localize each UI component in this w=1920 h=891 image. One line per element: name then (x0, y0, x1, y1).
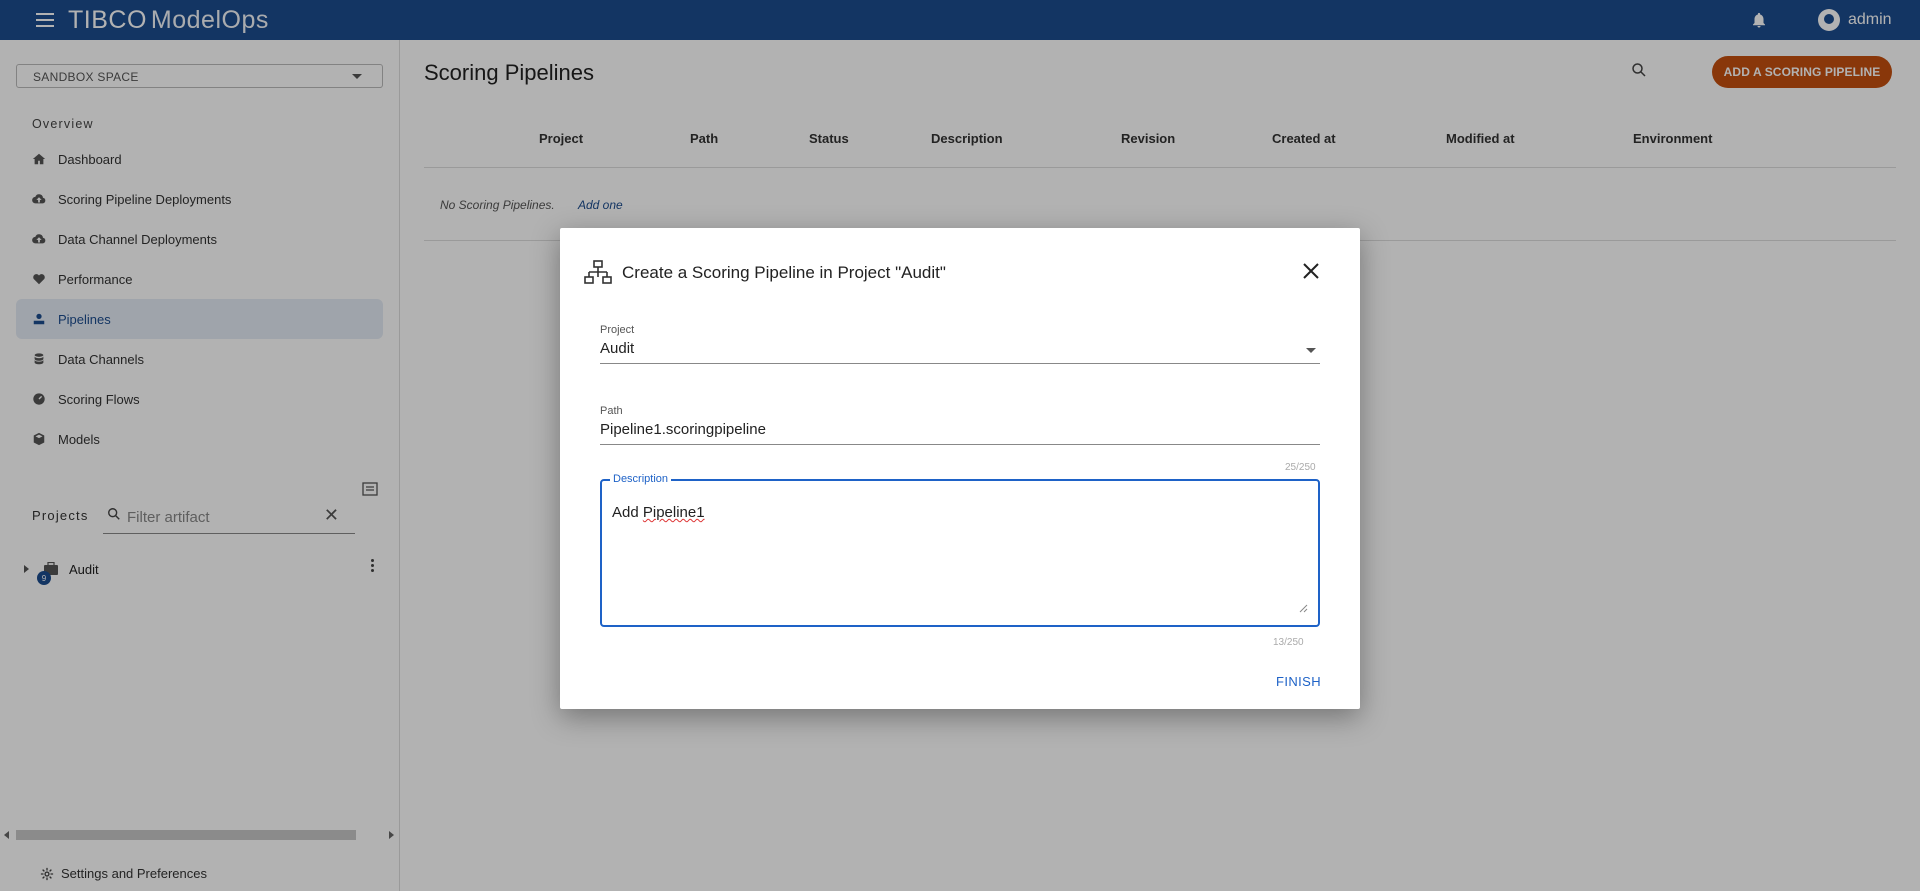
dialog-title-text: Create a Scoring Pipeline in Project "Au… (622, 263, 946, 282)
path-label: Path (600, 405, 623, 417)
chevron-down-icon[interactable] (1306, 348, 1316, 353)
description-misspelled-word: Pipeline1 (642, 504, 705, 521)
description-label: Description (610, 473, 672, 485)
description-textarea[interactable]: Description Add Pipeline1 (600, 473, 1320, 627)
path-field[interactable]: Path Pipeline1.scoringpipeline (600, 405, 1320, 445)
path-char-counter: 25/250 (1285, 462, 1316, 473)
finish-button[interactable]: FINISH (1276, 674, 1321, 689)
description-text: Add Pipeline1 (612, 504, 705, 521)
dialog-title: Create a Scoring Pipeline in Project "Au… (584, 260, 946, 286)
create-pipeline-dialog: Create a Scoring Pipeline in Project "Au… (560, 228, 1360, 709)
description-word: Add (612, 504, 643, 521)
project-value-text: Audit (600, 340, 635, 357)
project-label: Project (600, 324, 635, 336)
description-char-counter: 13/250 (1273, 637, 1304, 648)
project-value[interactable]: Audit (600, 340, 1320, 364)
close-icon[interactable] (1302, 262, 1320, 280)
path-input[interactable]: Pipeline1.scoringpipeline (600, 421, 1320, 445)
project-select[interactable]: Project Audit (600, 324, 1320, 364)
pipeline-network-icon (584, 260, 612, 284)
resize-handle-icon[interactable] (1298, 603, 1308, 613)
